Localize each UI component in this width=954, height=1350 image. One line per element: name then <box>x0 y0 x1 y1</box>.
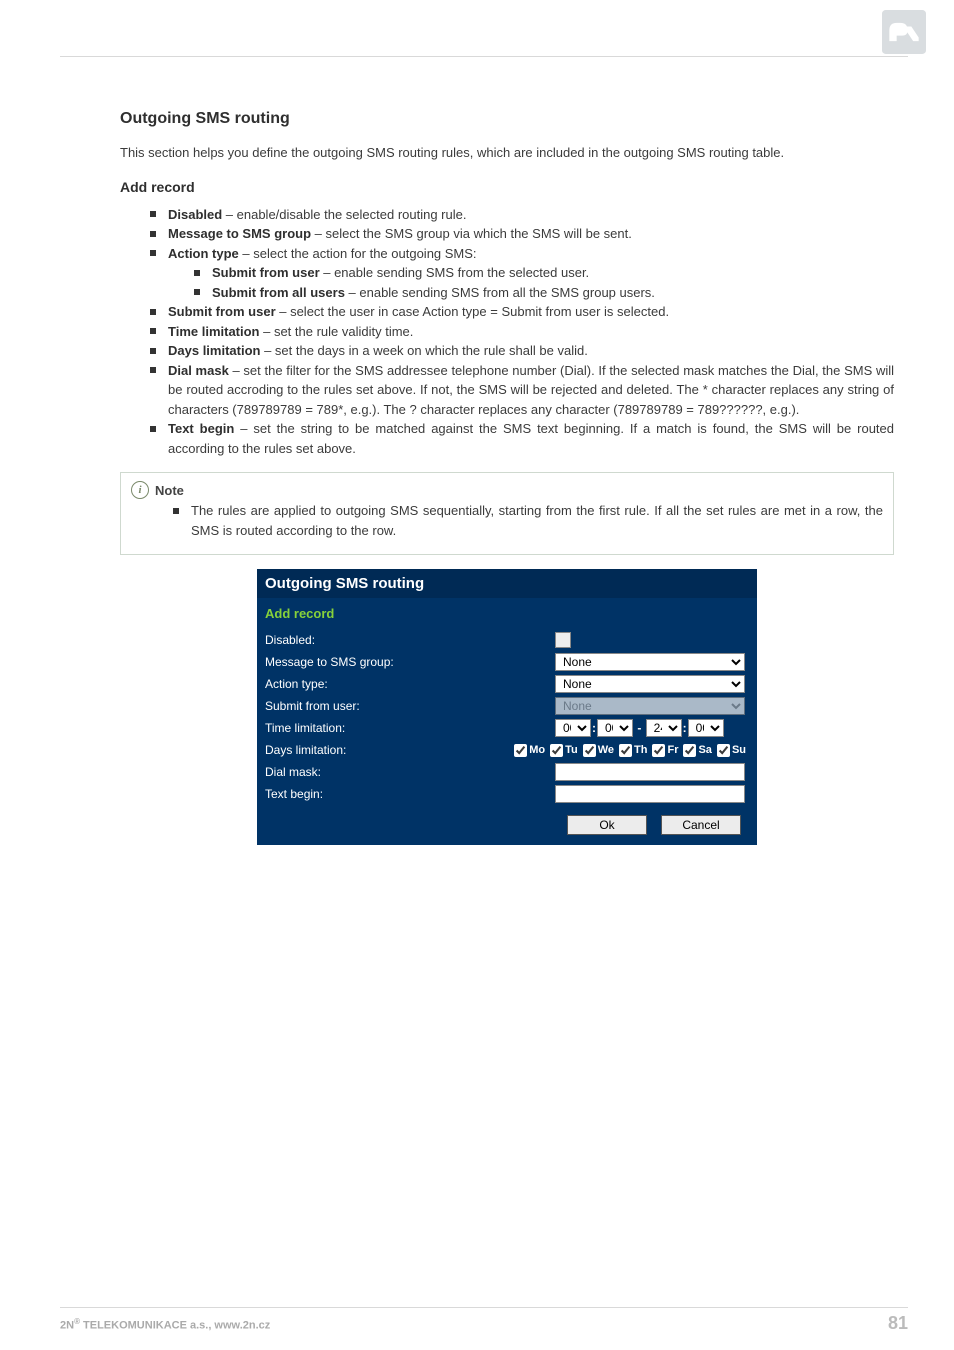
list-item: Message to SMS group – select the SMS gr… <box>168 224 894 244</box>
ok-button[interactable]: Ok <box>567 815 647 835</box>
dialmask-input[interactable] <box>555 763 745 781</box>
list-item: Submit from all users – enable sending S… <box>212 283 894 303</box>
label-dayslim: Days limitation: <box>265 743 514 757</box>
label-timelim: Time limitation: <box>265 721 555 735</box>
day-fr-checkbox[interactable] <box>652 744 665 757</box>
info-icon: i <box>131 481 149 499</box>
label-textbegin: Text begin: <box>265 787 555 801</box>
list-item: Submit from user – enable sending SMS fr… <box>212 263 894 283</box>
days-group: Mo Tu We Th Fr Sa Su <box>514 744 749 757</box>
actiontype-select[interactable]: None <box>555 675 745 693</box>
day-mo-checkbox[interactable] <box>514 744 527 757</box>
list-item: Dial mask – set the filter for the SMS a… <box>168 361 894 420</box>
day-tu-checkbox[interactable] <box>550 744 563 757</box>
time-from-min-select[interactable]: 00 <box>597 719 633 737</box>
submituser-select: None <box>555 697 745 715</box>
subsection-heading: Add record <box>120 179 894 195</box>
day-su-checkbox[interactable] <box>717 744 730 757</box>
day-sa-label: Sa <box>698 744 711 756</box>
label-msggroup: Message to SMS group: <box>265 655 555 669</box>
header-rule <box>60 56 908 57</box>
day-su-label: Su <box>732 744 746 756</box>
list-item: Text begin – set the string to be matche… <box>168 419 894 458</box>
footer-rule <box>60 1307 908 1308</box>
panel-subtitle: Add record <box>257 598 757 625</box>
day-sa-checkbox[interactable] <box>683 744 696 757</box>
list-item: Submit from user – select the user in ca… <box>168 302 894 322</box>
cancel-button[interactable]: Cancel <box>661 815 741 835</box>
list-item: Disabled – enable/disable the selected r… <box>168 205 894 225</box>
time-from-hour-select[interactable]: 00 <box>555 719 591 737</box>
textbegin-input[interactable] <box>555 785 745 803</box>
time-to-min-select[interactable]: 00 <box>688 719 724 737</box>
day-th-checkbox[interactable] <box>619 744 632 757</box>
day-mo-label: Mo <box>529 744 545 756</box>
label-dialmask: Dial mask: <box>265 765 555 779</box>
day-we-checkbox[interactable] <box>583 744 596 757</box>
field-list: Disabled – enable/disable the selected r… <box>120 205 894 459</box>
routing-panel: Outgoing SMS routing Add record Disabled… <box>257 569 757 845</box>
note-label: Note <box>155 483 184 498</box>
day-tu-label: Tu <box>565 744 578 756</box>
label-disabled: Disabled: <box>265 633 555 647</box>
section-heading: Outgoing SMS routing <box>120 110 894 128</box>
msggroup-select[interactable]: None <box>555 653 745 671</box>
footer-text: 2N® TELEKOMUNIKACE a.s., www.2n.cz <box>60 1317 270 1332</box>
note-text: The rules are applied to outgoing SMS se… <box>191 501 883 540</box>
list-item: Time limitation – set the rule validity … <box>168 322 894 342</box>
intro-paragraph: This section helps you define the outgoi… <box>120 144 894 163</box>
time-dash: - <box>633 721 646 735</box>
panel-title: Outgoing SMS routing <box>257 569 757 598</box>
page-number: 81 <box>888 1313 908 1334</box>
time-to-hour-select[interactable]: 24 <box>646 719 682 737</box>
label-submituser: Submit from user: <box>265 699 555 713</box>
day-we-label: We <box>598 744 614 756</box>
day-fr-label: Fr <box>667 744 678 756</box>
brand-logo <box>882 10 926 54</box>
list-item: Action type – select the action for the … <box>168 244 894 303</box>
list-item: Days limitation – set the days in a week… <box>168 341 894 361</box>
disabled-checkbox[interactable] <box>555 632 571 648</box>
note-box: i Note The rules are applied to outgoing… <box>120 472 894 555</box>
label-actiontype: Action type: <box>265 677 555 691</box>
day-th-label: Th <box>634 744 647 756</box>
